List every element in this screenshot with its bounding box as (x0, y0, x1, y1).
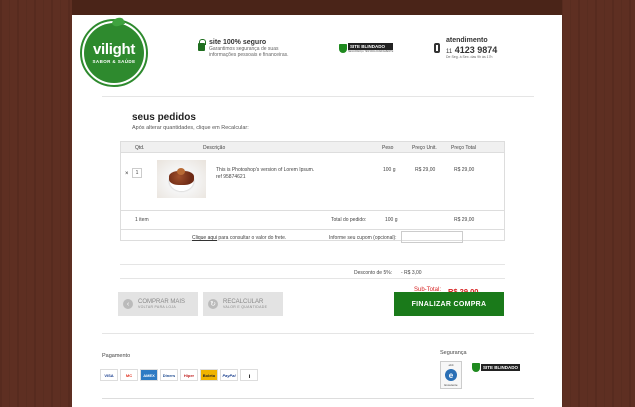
diners-icon: Diners (160, 369, 178, 381)
logo-badge: vilight SABOR & SAÚDE (84, 23, 144, 83)
discount-row: Desconto de 5%: - R$ 3,00 (120, 264, 505, 278)
cart-table-header: Qtd. Descrição Peso Preço Unit. Preço To… (121, 142, 504, 153)
blindado-sub: SEGURANÇA TESTADA DIARIAMENTE (348, 50, 394, 53)
hipercard-icon: Hiper (180, 369, 198, 381)
cart-table: Qtd. Descrição Peso Preço Unit. Preço To… (120, 141, 505, 241)
blindado-footer-label: SITE BLINDADO (481, 364, 521, 371)
phone-icon (434, 43, 440, 53)
header-divider (102, 96, 534, 97)
finalize-purchase-button[interactable]: FINALIZAR COMPRA (394, 292, 504, 316)
payment-methods: VISA MC AMEX Diners Hiper Boleto PayPal … (100, 369, 258, 381)
product-description[interactable]: This is Photoshop's version of Lorem Ips… (216, 167, 314, 173)
checkout-page: vilight SABOR & SAÚDE site 100% seguro G… (72, 15, 562, 407)
secure-site-info: site 100% seguro Garantimos segurança de… (198, 39, 304, 58)
arrow-left-icon: ‹ (123, 299, 133, 309)
ebit-seal[interactable]: ebit e Excelente (440, 361, 462, 389)
logo-tagline: SABOR & SAÚDE (92, 59, 136, 64)
product-total-price: R$ 29,00 (454, 167, 475, 173)
discount-label: Desconto de 5%: (354, 270, 393, 276)
col-preco-total: Preço Total (451, 145, 476, 151)
discount-value: - R$ 3,00 (401, 270, 422, 276)
lock-icon (198, 39, 206, 51)
service-hours: De Seg. à Sex. das 9h às 17h (446, 55, 493, 59)
item-count: 1 item (135, 217, 149, 223)
customer-service: atendimento 11 4123 9874 De Seg. à Sex. … (434, 37, 497, 59)
visa-icon: VISA (100, 369, 118, 381)
recalc-sub: VALOR E QUANTIDADE (223, 305, 268, 309)
phone-digits: 4123 9874 (454, 45, 498, 55)
ebit-foot: Excelente (444, 383, 458, 387)
table-row: × 1 This is Photoshop's version of Lorem… (121, 154, 504, 211)
secure-title: site 100% seguro (209, 39, 267, 46)
mastercard-icon: MC (120, 369, 138, 381)
barcode-icon: ||||| (240, 369, 258, 381)
page-subtitle: Após alterar quantidades, clique em Reca… (132, 125, 249, 131)
order-totals-row: 1 item Total do pedido: 100 g R$ 29,00 (121, 212, 504, 227)
paypal-icon: PayPal (220, 369, 238, 381)
page-title: seus pedidos (132, 112, 196, 123)
table-divider (120, 229, 505, 230)
ebit-head: ebit (448, 363, 454, 367)
order-total-label: Total do pedido: (331, 217, 367, 223)
atendimento-title: atendimento (446, 37, 488, 44)
footer-divider (102, 333, 534, 334)
freight-link[interactable]: Clique aqui (192, 235, 217, 241)
recalculate-button[interactable]: ↻ RECALCULAR VALOR E QUANTIDADE (203, 292, 283, 316)
freight-coupon-row: Clique aqui para consultar o valor do fr… (120, 231, 505, 251)
logo-name: vilight (92, 41, 136, 58)
secure-text: Garantimos segurança de suas informações… (209, 46, 289, 58)
freight-text: para consultar o valor do frete. (217, 235, 287, 241)
col-peso: Peso (382, 145, 394, 151)
order-total-weight: 100 g (385, 217, 398, 223)
payment-title: Pagamento (102, 353, 131, 359)
product-ref: ref 95874621 (216, 174, 246, 180)
product-weight: 100 g (383, 167, 396, 173)
bottom-divider (102, 398, 534, 399)
shield-icon (339, 43, 347, 53)
site-blindado-footer-seal[interactable]: SITE BLINDADO (472, 363, 521, 372)
col-qtd: Qtd. (135, 145, 145, 151)
col-preco-unit: Preço Unit. (412, 145, 437, 151)
wood-top-border (72, 0, 562, 16)
remove-item-button[interactable]: × (125, 171, 129, 177)
shield-icon (472, 363, 480, 372)
security-title: Segurança (440, 350, 467, 356)
blindado-label: SITE BLINDADO (348, 43, 394, 50)
coupon-input[interactable] (401, 231, 463, 243)
boleto-icon: Boleto (200, 369, 218, 381)
order-total-price: R$ 29,00 (454, 217, 475, 223)
col-descricao: Descrição (203, 145, 226, 151)
continue-shopping-button[interactable]: ‹ COMPRAR MAIS VOLTAR PARA LOJA (118, 292, 198, 316)
product-image[interactable] (157, 160, 206, 198)
amex-icon: AMEX (140, 369, 158, 381)
refresh-icon: ↻ (208, 299, 218, 309)
site-blindado-seal[interactable]: SITE BLINDADO SEGURANÇA TESTADA DIARIAME… (339, 43, 394, 53)
logo[interactable]: vilight SABOR & SAÚDE (80, 16, 148, 87)
quantity-input[interactable]: 1 (132, 168, 142, 178)
phone-number: 11 4123 9874 (446, 45, 497, 55)
freight-info: Clique aqui para consultar o valor do fr… (192, 235, 286, 241)
product-unit-price: R$ 29,00 (415, 167, 436, 173)
ebit-icon: e (445, 369, 457, 381)
continue-sub: VOLTAR PARA LOJA (138, 305, 177, 309)
coupon-label: Informe seu cupom (opcional): (329, 235, 397, 241)
